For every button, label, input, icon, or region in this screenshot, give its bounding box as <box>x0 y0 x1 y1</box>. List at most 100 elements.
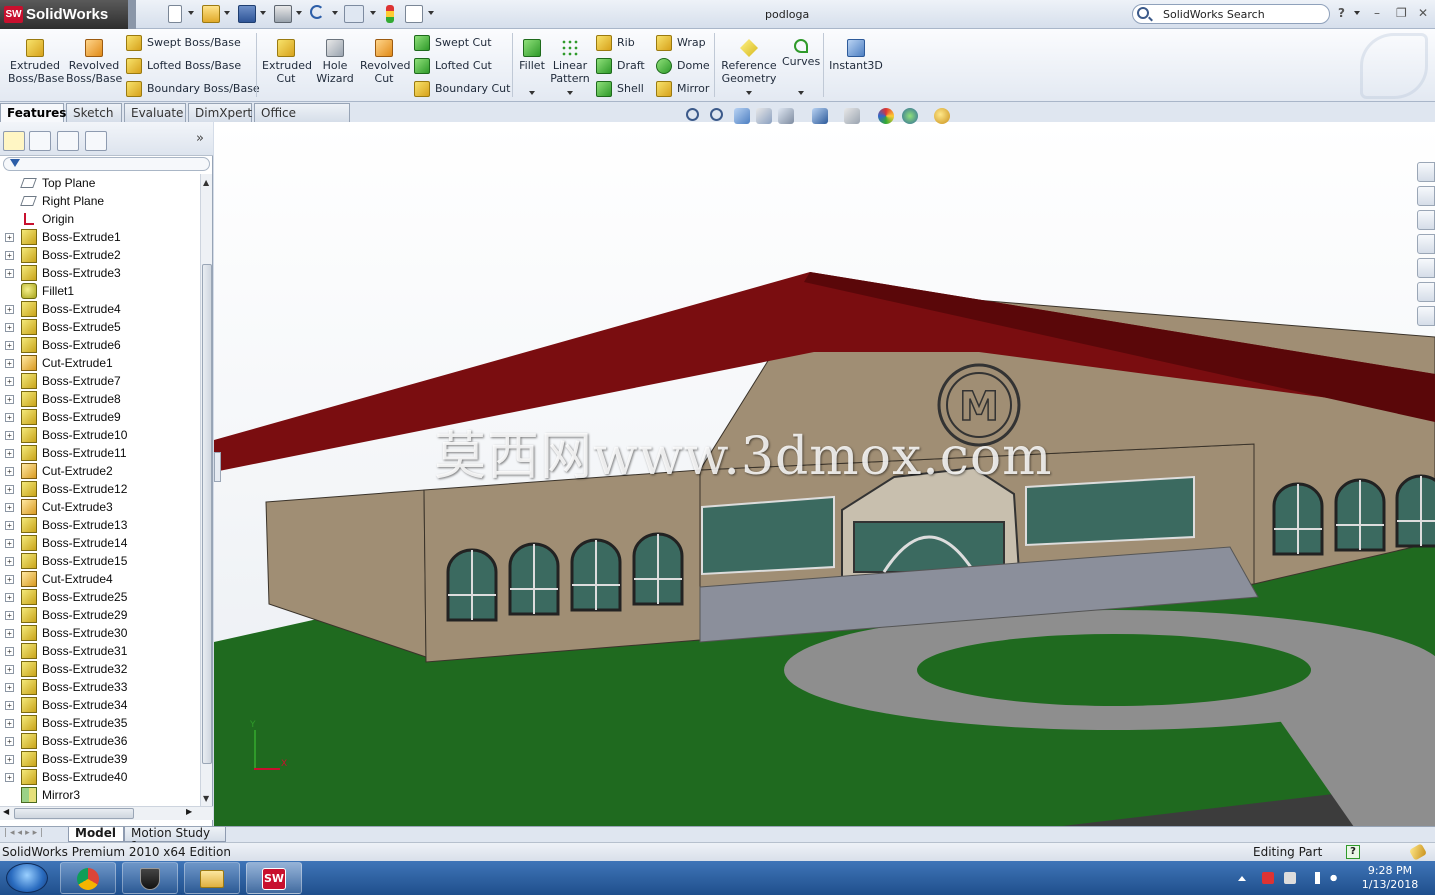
tree-node[interactable]: + Cut-Extrude3 <box>0 498 200 516</box>
help-dropdown-icon[interactable] <box>1354 11 1360 15</box>
tree-horizontal-scrollbar[interactable]: ◀ ▶ <box>0 806 213 820</box>
quick-tips-icon[interactable]: ? <box>1346 845 1360 859</box>
expand-node-icon[interactable]: + <box>5 449 14 458</box>
tree-hscroll-thumb[interactable] <box>14 808 134 819</box>
minimize-app-icon[interactable]: – <box>1374 6 1380 20</box>
solidworks-taskbar-button[interactable]: SW <box>246 862 302 894</box>
graphics-area[interactable]: M 莫西网www.3dmox.com X Y – ❐ ✕ <box>214 122 1435 827</box>
view-settings-icon[interactable] <box>934 108 950 124</box>
tab-dimxpert[interactable]: DimXpert <box>188 103 252 122</box>
display-style-icon[interactable] <box>812 108 828 124</box>
expand-node-icon[interactable]: + <box>5 719 14 728</box>
tree-node[interactable]: + Boss-Extrude1 <box>0 228 200 246</box>
boundary-boss-button[interactable]: Boundary Boss/Base <box>126 80 260 98</box>
expand-node-icon[interactable]: + <box>5 665 14 674</box>
tree-node[interactable]: + Boss-Extrude34 <box>0 696 200 714</box>
section-view-icon[interactable] <box>756 108 772 124</box>
close-app-icon[interactable]: ✕ <box>1418 6 1428 20</box>
hole-wizard-button[interactable]: Hole Wizard <box>314 39 356 85</box>
view-orientation-icon[interactable] <box>778 108 794 124</box>
tree-node[interactable]: + Boss-Extrude15 <box>0 552 200 570</box>
search-tab-icon[interactable] <box>1417 234 1435 254</box>
swept-cut-button[interactable]: Swept Cut <box>414 34 492 52</box>
tree-node[interactable]: Origin <box>0 210 200 228</box>
boundary-cut-button[interactable]: Boundary Cut <box>414 80 510 98</box>
expand-node-icon[interactable]: + <box>5 341 14 350</box>
scroll-down-icon[interactable]: ▼ <box>203 794 209 803</box>
scroll-right-icon[interactable]: ▶ <box>186 807 192 816</box>
tree-node[interactable]: + Boss-Extrude40 <box>0 768 200 786</box>
solidworks-logo[interactable]: SW SolidWorks <box>0 0 128 29</box>
explorer-taskbar-button[interactable] <box>184 862 240 894</box>
options-dropdown-icon[interactable] <box>428 11 434 15</box>
scroll-left-icon[interactable]: ◀ <box>3 807 9 816</box>
custom-properties-tab-icon[interactable] <box>1417 306 1435 326</box>
instant3d-button[interactable]: Instant3D <box>828 39 884 72</box>
system-clock[interactable]: 9:28 PM 1/13/2018 <box>1355 864 1425 892</box>
swept-boss-button[interactable]: Swept Boss/Base <box>126 34 241 52</box>
open-folder-icon[interactable] <box>202 5 220 23</box>
feature-tree-tab-icon[interactable] <box>3 131 25 151</box>
pattern-dropdown-icon[interactable] <box>567 91 573 95</box>
volume-icon[interactable] <box>1330 872 1342 884</box>
extruded-cut-button[interactable]: Extruded Cut <box>262 39 312 85</box>
tree-node[interactable]: + Boss-Extrude14 <box>0 534 200 552</box>
extruded-boss-button[interactable]: Extruded Boss/Base <box>8 39 64 85</box>
expand-node-icon[interactable]: + <box>5 233 14 242</box>
expand-node-icon[interactable]: + <box>5 359 14 368</box>
menu-expand-arrow-icon[interactable] <box>128 0 136 29</box>
fillet-button[interactable]: Fillet <box>518 39 546 72</box>
tree-node[interactable]: + Cut-Extrude2 <box>0 462 200 480</box>
tree-node[interactable]: + Boss-Extrude32 <box>0 660 200 678</box>
new-dropdown-icon[interactable] <box>188 11 194 15</box>
tree-scroll-thumb[interactable] <box>202 264 212 764</box>
options-icon[interactable] <box>405 5 423 23</box>
dimxpert-manager-tab-icon[interactable] <box>85 131 107 151</box>
reference-geometry-dropdown-icon[interactable] <box>746 91 752 95</box>
expand-node-icon[interactable]: + <box>5 377 14 386</box>
rib-button[interactable]: Rib <box>596 34 635 52</box>
rebuild-status-icon[interactable] <box>1408 843 1428 861</box>
tree-vertical-scrollbar[interactable]: ▲ ▼ <box>200 174 212 806</box>
edit-appearance-icon[interactable] <box>878 108 894 124</box>
tab-model[interactable]: Model <box>68 827 124 842</box>
fillet-dropdown-icon[interactable] <box>529 91 535 95</box>
tree-node[interactable]: + Boss-Extrude8 <box>0 390 200 408</box>
open-dropdown-icon[interactable] <box>224 11 230 15</box>
expand-node-icon[interactable]: + <box>5 305 14 314</box>
tab-scroll-arrows-icon[interactable]: |◂◂▸▸| <box>4 828 46 838</box>
expand-node-icon[interactable]: + <box>5 683 14 692</box>
dome-button[interactable]: Dome <box>656 57 710 75</box>
tab-office-products[interactable]: Office Products <box>254 103 350 138</box>
revolved-boss-button[interactable]: Revolved Boss/Base <box>66 39 122 85</box>
windows-start-icon[interactable] <box>6 863 48 893</box>
reference-geometry-button[interactable]: Reference Geometry <box>720 39 778 85</box>
apply-scene-icon[interactable] <box>902 108 918 124</box>
tree-node[interactable]: Top Plane <box>0 174 200 192</box>
tree-node[interactable]: + Boss-Extrude9 <box>0 408 200 426</box>
expand-node-icon[interactable]: + <box>5 269 14 278</box>
tree-node[interactable]: + Boss-Extrude31 <box>0 642 200 660</box>
tree-node[interactable]: + Boss-Extrude39 <box>0 750 200 768</box>
expand-node-icon[interactable]: + <box>5 539 14 548</box>
tree-node[interactable]: + Boss-Extrude13 <box>0 516 200 534</box>
device-icon[interactable] <box>1284 872 1296 884</box>
expand-node-icon[interactable]: + <box>5 413 14 422</box>
tree-node[interactable]: + Boss-Extrude4 <box>0 300 200 318</box>
zoom-to-fit-icon[interactable] <box>686 108 699 121</box>
chrome-taskbar-button[interactable] <box>60 862 116 894</box>
tab-motion-study[interactable]: Motion Study 1 <box>124 827 226 853</box>
print-dropdown-icon[interactable] <box>296 11 302 15</box>
tree-node[interactable]: + Cut-Extrude4 <box>0 570 200 588</box>
expand-node-icon[interactable]: + <box>5 557 14 566</box>
expand-node-icon[interactable]: + <box>5 593 14 602</box>
tab-evaluate[interactable]: Evaluate <box>124 103 186 122</box>
tree-node[interactable]: + Boss-Extrude6 <box>0 336 200 354</box>
expand-node-icon[interactable]: + <box>5 251 14 260</box>
zoom-to-area-icon[interactable] <box>710 108 723 121</box>
expand-node-icon[interactable]: + <box>5 737 14 746</box>
close-doc-icon[interactable]: ✕ <box>1416 122 1426 125</box>
expand-node-icon[interactable]: + <box>5 395 14 404</box>
revolved-cut-button[interactable]: Revolved Cut <box>360 39 410 85</box>
solidworks-search-input[interactable]: SolidWorks Search <box>1132 4 1330 24</box>
